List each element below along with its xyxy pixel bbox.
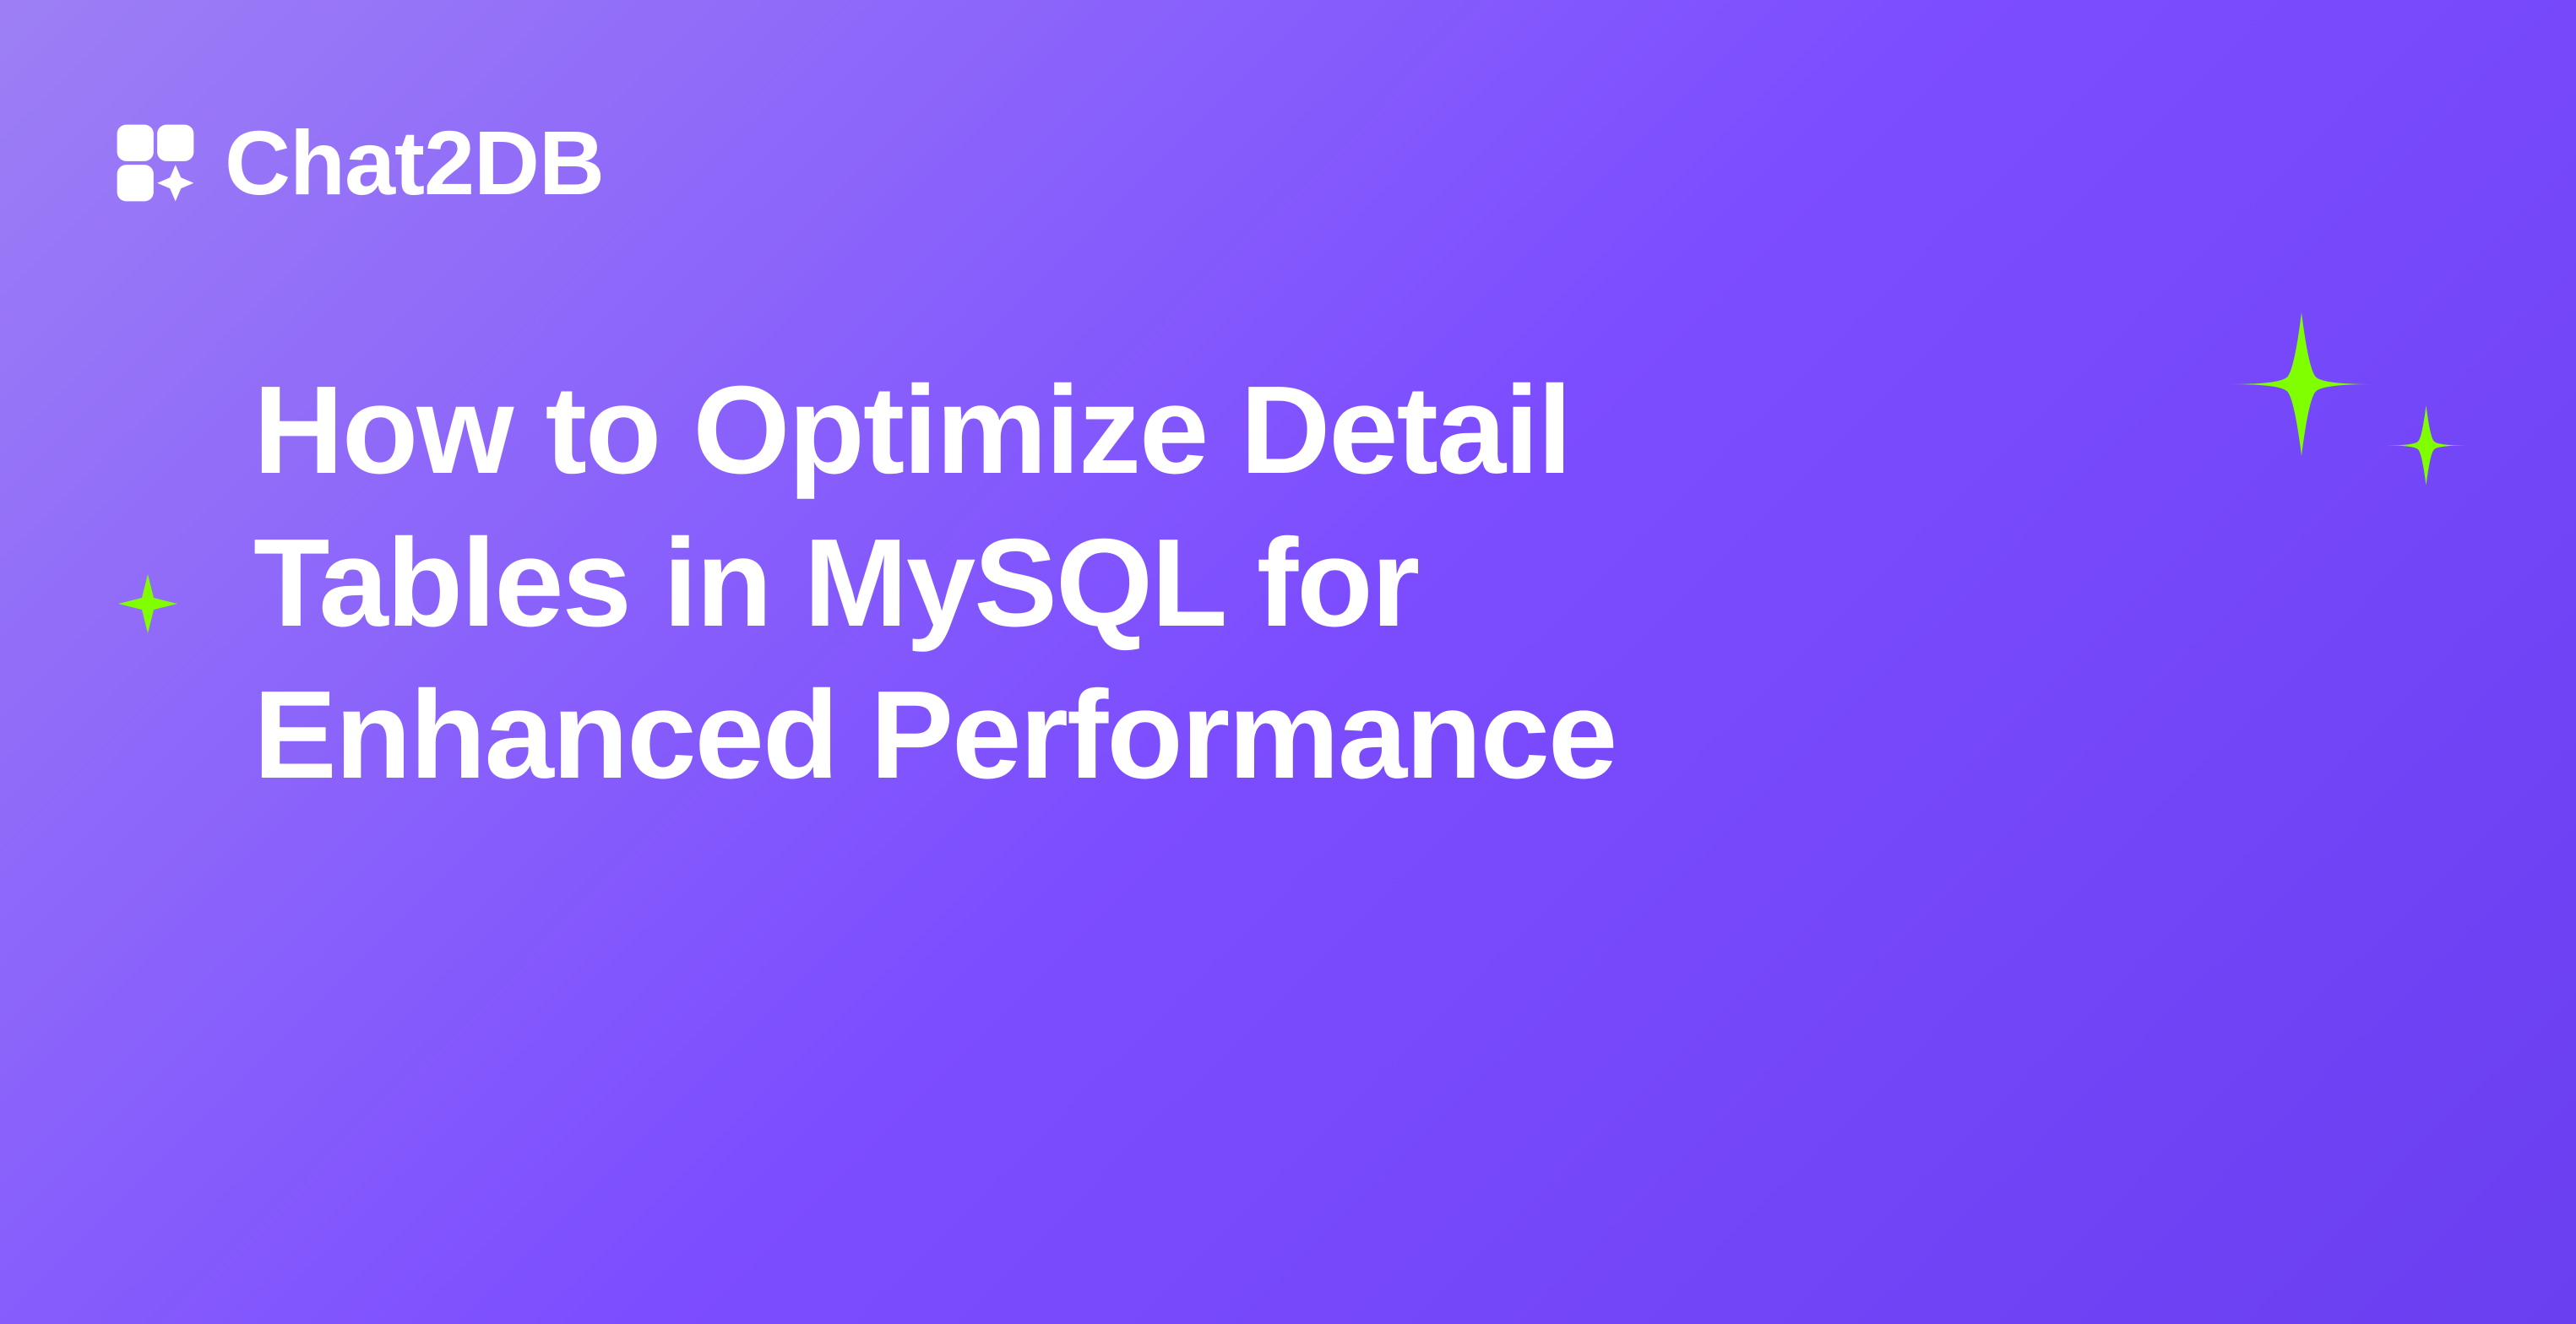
brand-logo: Chat2DB: [110, 110, 604, 215]
brand-name: Chat2DB: [225, 110, 604, 215]
page-title: How to Optimize Detail Tables in MySQL f…: [253, 355, 1909, 812]
sparkle-icon: [2230, 312, 2373, 456]
brand-logo-mark: [110, 117, 201, 209]
sparkle-icon: [2386, 405, 2466, 486]
sparkle-icon: [118, 574, 177, 633]
